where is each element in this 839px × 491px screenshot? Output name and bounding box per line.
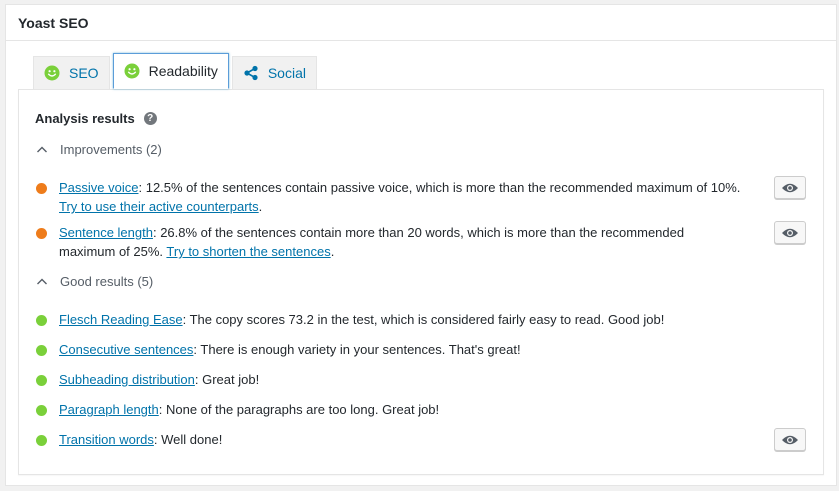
tab-bar: SEO Readability Social bbox=[33, 53, 320, 89]
consecutive-sentences-link[interactable]: Consecutive sentences bbox=[59, 342, 193, 357]
result-description: : There is enough variety in your senten… bbox=[193, 342, 521, 357]
paragraph-length-link[interactable]: Paragraph length bbox=[59, 402, 159, 417]
tab-seo[interactable]: SEO bbox=[33, 56, 110, 89]
result-description: : Great job! bbox=[194, 372, 260, 387]
result-text: Consecutive sentences: There is enough v… bbox=[59, 340, 744, 359]
eye-icon bbox=[781, 434, 799, 446]
flesch-reading-ease-link[interactable]: Flesch Reading Ease bbox=[59, 312, 183, 327]
highlight-sentence-length-button[interactable] bbox=[774, 221, 806, 244]
status-bullet-ok bbox=[36, 183, 47, 194]
result-description: : 12.5% of the sentences contain passive… bbox=[138, 180, 741, 195]
tab-readability[interactable]: Readability bbox=[112, 53, 229, 89]
subheading-distribution-link[interactable]: Subheading distribution bbox=[59, 372, 195, 387]
status-bullet-good bbox=[36, 375, 47, 386]
eye-icon bbox=[781, 227, 799, 239]
status-bullet-good bbox=[36, 405, 47, 416]
result-description: : The copy scores 73.2 in the test, whic… bbox=[182, 312, 665, 327]
metabox-title: Yoast SEO bbox=[18, 14, 89, 31]
result-end: . bbox=[330, 244, 335, 259]
sentence-length-link[interactable]: Sentence length bbox=[59, 225, 153, 240]
highlight-passive-voice-button[interactable] bbox=[774, 176, 806, 199]
passive-voice-link[interactable]: Passive voice bbox=[59, 180, 138, 195]
tab-readability-label: Readability bbox=[148, 63, 218, 79]
smiley-icon bbox=[124, 63, 140, 79]
tab-seo-label: SEO bbox=[69, 65, 99, 81]
chevron-up-icon bbox=[36, 276, 48, 288]
status-bullet-ok bbox=[36, 228, 47, 239]
status-bullet-good bbox=[36, 435, 47, 446]
result-text: Subheading distribution: Great job! bbox=[59, 370, 744, 389]
readability-panel: Analysis results ? Improvements (2) Pass… bbox=[18, 89, 824, 475]
result-description: : None of the paragraphs are too long. G… bbox=[158, 402, 440, 417]
status-bullet-good bbox=[36, 315, 47, 326]
metabox-header: Yoast SEO bbox=[6, 5, 836, 41]
status-bullet-good bbox=[36, 345, 47, 356]
result-text: Paragraph length: None of the paragraphs… bbox=[59, 400, 744, 419]
sentence-length-tip-link[interactable]: Try to shorten the sentences bbox=[166, 244, 330, 259]
improvements-toggle[interactable]: Improvements (2) bbox=[36, 142, 162, 157]
result-text: Sentence length: 26.8% of the sentences … bbox=[59, 223, 744, 261]
tab-social-label: Social bbox=[267, 65, 306, 81]
highlight-transition-words-button[interactable] bbox=[774, 428, 806, 451]
smiley-icon bbox=[44, 65, 60, 81]
result-description: : 26.8% of the sentences contain more th… bbox=[59, 225, 685, 259]
result-text: Flesch Reading Ease: The copy scores 73.… bbox=[59, 310, 744, 329]
result-text: Transition words: Well done! bbox=[59, 430, 744, 449]
analysis-results-heading: Analysis results ? bbox=[35, 111, 157, 126]
good-results-label: Good results (5) bbox=[60, 274, 154, 289]
share-icon bbox=[243, 65, 259, 81]
analysis-results-title: Analysis results bbox=[35, 111, 135, 126]
result-end: . bbox=[258, 199, 263, 214]
eye-icon bbox=[781, 182, 799, 194]
passive-voice-tip-link[interactable]: Try to use their active counterparts bbox=[59, 199, 259, 214]
help-icon[interactable]: ? bbox=[143, 112, 157, 125]
improvements-label: Improvements (2) bbox=[60, 142, 162, 157]
tab-social[interactable]: Social bbox=[231, 56, 317, 89]
transition-words-link[interactable]: Transition words bbox=[59, 432, 154, 447]
result-description: : Well done! bbox=[153, 432, 223, 447]
good-results-toggle[interactable]: Good results (5) bbox=[36, 274, 153, 289]
yoast-seo-metabox: Yoast SEO SEO Readability Social Analysi… bbox=[5, 4, 837, 486]
result-text: Passive voice: 12.5% of the sentences co… bbox=[59, 178, 744, 216]
chevron-up-icon bbox=[36, 144, 48, 156]
